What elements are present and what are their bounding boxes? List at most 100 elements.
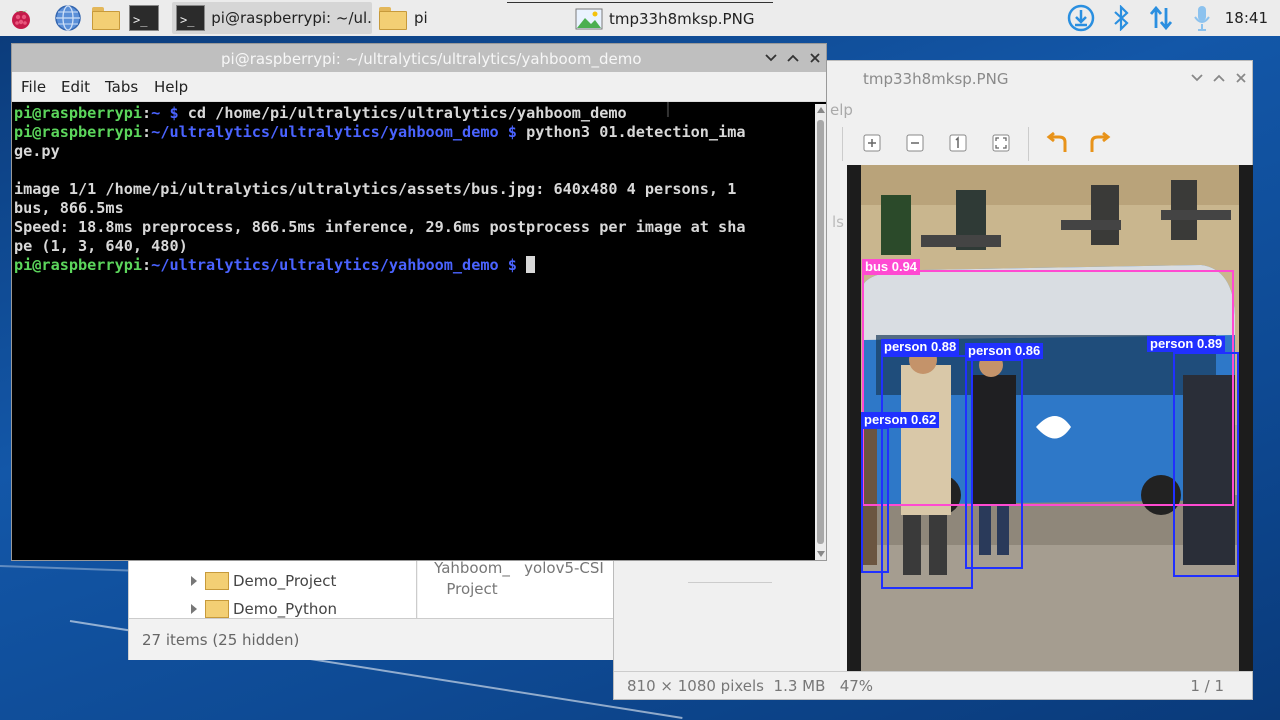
folder-icon: [378, 6, 408, 30]
file-item-yolov5-csi[interactable]: yolov5-CSI: [516, 558, 612, 579]
terminal-launcher-icon[interactable]: >_: [129, 4, 159, 32]
terminal-line: pi@raspberrypi:~/ultralytics/ultralytics…: [14, 256, 814, 275]
terminal-output[interactable]: pi@raspberrypi:~ $ cd /home/pi/ultralyti…: [14, 104, 814, 560]
maximize-icon[interactable]: [1210, 69, 1228, 87]
menu-help[interactable]: Help: [154, 78, 188, 96]
terminal-cursor: [526, 256, 536, 273]
terminal-text-segment: ~/ultralytics/ultralytics/yahboom_demo $: [151, 123, 527, 141]
file-icon-view: Yahboom_ Project yolov5-CSI: [418, 556, 614, 618]
viewer-toolbar: [842, 123, 1252, 165]
clock: 18:41: [1224, 9, 1268, 27]
terminal-line: bus, 866.5ms: [14, 199, 814, 218]
file-manager-icon[interactable]: [91, 4, 121, 32]
task-file-manager-label: pi: [414, 9, 428, 27]
image-info: 810 × 1080 pixels 1.3 MB 47%: [627, 677, 874, 695]
person-bbox: [861, 427, 889, 573]
terminal-line: Speed: 18.8ms preprocess, 866.5ms infere…: [14, 218, 814, 237]
menu-file[interactable]: File: [21, 78, 46, 96]
terminal-line: image 1/1 /home/pi/ultralytics/ultralyti…: [14, 180, 814, 199]
scroll-thumb[interactable]: [817, 120, 824, 544]
terminal-line: pi@raspberrypi:~ $ cd /home/pi/ultralyti…: [14, 104, 814, 123]
browser-globe-icon[interactable]: [53, 4, 83, 32]
rotate-left-icon[interactable]: [1045, 131, 1069, 155]
taskbar: >_ >_ pi@raspberrypi: ~/ul.. pi tmp33h8m…: [0, 0, 1280, 36]
file-manager-window: Demo_Project Demo_Python Yahboom_ Projec…: [128, 555, 615, 660]
terminal-text-segment: ge.py: [14, 142, 60, 160]
terminal-window: pi@raspberrypi: ~/ultralytics/ultralytic…: [11, 43, 827, 561]
mouse-ibeam-cursor: I: [665, 98, 671, 122]
expand-arrow-icon[interactable]: [191, 604, 197, 614]
tree-item-label: Demo_Python: [233, 600, 338, 618]
updates-icon[interactable]: [1066, 0, 1096, 36]
image-canvas[interactable]: bus 0.94 person 0.88 person 0.86 person …: [847, 165, 1253, 671]
terminal-text-segment: image 1/1 /home/pi/ultralytics/ultralyti…: [14, 180, 737, 198]
original-size-icon[interactable]: [948, 133, 968, 153]
folder-icon: [205, 572, 229, 590]
scroll-up-icon[interactable]: [817, 107, 825, 113]
bluetooth-icon[interactable]: [1108, 0, 1134, 36]
terminal-text-segment: pi@raspberrypi: [14, 256, 143, 274]
terminal-text-segment: :: [142, 104, 152, 122]
task-terminal[interactable]: >_ pi@raspberrypi: ~/ul..: [172, 2, 372, 34]
terminal-text-segment: pi@raspberrypi: [14, 104, 143, 122]
menu-tabs[interactable]: Tabs: [105, 78, 138, 96]
image-icon: [575, 8, 603, 29]
task-terminal-label: pi@raspberrypi: ~/ul..: [211, 9, 372, 27]
zoom-in-icon[interactable]: [862, 133, 882, 153]
terminal-line: ge.py: [14, 142, 814, 161]
expand-arrow-icon[interactable]: [191, 576, 197, 586]
terminal-text-segment: bus, 866.5ms: [14, 199, 124, 217]
microphone-icon[interactable]: [1188, 0, 1216, 36]
rotate-right-icon[interactable]: [1088, 131, 1112, 155]
terminal-text-segment: python3 01.detection_ima: [526, 123, 746, 141]
zoom-out-icon[interactable]: [905, 133, 925, 153]
fit-window-icon[interactable]: [991, 133, 1011, 153]
terminal-text-segment: :: [142, 256, 152, 274]
scroll-down-icon[interactable]: [817, 551, 825, 557]
person-bbox: [1173, 352, 1239, 577]
terminal-text-segment: cd /home/pi/ultralytics/ultralytics/yahb…: [187, 104, 627, 122]
folder-tree: Demo_Project Demo_Python: [129, 556, 417, 618]
task-file-manager[interactable]: pi: [374, 2, 504, 34]
page-indicator: 1 / 1: [1190, 677, 1224, 695]
terminal-text-segment: ~/ultralytics/ultralytics/yahboom_demo $: [151, 256, 527, 274]
maximize-icon[interactable]: [784, 49, 802, 67]
person-bbox: [965, 359, 1023, 569]
menu-help-ghost[interactable]: elp: [830, 101, 853, 119]
person-label: person 0.62: [861, 412, 940, 428]
close-icon[interactable]: [806, 49, 824, 67]
terminal-scrollbar[interactable]: [815, 104, 826, 560]
terminal-text-segment: pi@raspberrypi: [14, 123, 143, 141]
person-bbox: [881, 355, 973, 589]
terminal-text-segment: :: [142, 123, 152, 141]
file-manager-status: 27 items (25 hidden): [129, 618, 615, 660]
viewer-statusbar: 810 × 1080 pixels 1.3 MB 47% 1 / 1: [614, 671, 1252, 699]
terminal-icon: >_: [176, 5, 206, 31]
tree-item-demo-python[interactable]: Demo_Python: [191, 598, 337, 620]
terminal-titlebar[interactable]: pi@raspberrypi: ~/ultralytics/ultralytic…: [12, 44, 826, 72]
person-label: person 0.86: [965, 343, 1044, 359]
task-image-viewer-label: tmp33h8mksp.PNG: [609, 9, 755, 28]
file-item-yahboom-project[interactable]: Yahboom_ Project: [424, 558, 520, 600]
task-image-viewer[interactable]: tmp33h8mksp.PNG: [507, 2, 773, 34]
side-ghost-text: ls: [832, 213, 844, 231]
terminal-text-segment: ~ $: [151, 104, 188, 122]
toolbar-separator: [842, 127, 843, 161]
close-icon[interactable]: [1232, 69, 1250, 87]
minimize-icon[interactable]: [762, 49, 780, 67]
terminal-line: pi@raspberrypi:~/ultralytics/ultralytics…: [14, 123, 814, 142]
bus-label: bus 0.94: [862, 259, 921, 275]
person-label: person 0.89: [1147, 336, 1226, 352]
terminal-text-segment: pe (1, 3, 640, 480): [14, 237, 188, 255]
network-icon[interactable]: [1146, 0, 1176, 36]
person-label: person 0.88: [881, 339, 960, 355]
terminal-text-segment: Speed: 18.8ms preprocess, 866.5ms infere…: [14, 218, 746, 236]
folder-icon: [205, 600, 229, 618]
detection-image: bus 0.94 person 0.88 person 0.86 person …: [861, 165, 1239, 671]
terminal-line: pe (1, 3, 640, 480): [14, 237, 814, 256]
tree-item-demo-project[interactable]: Demo_Project: [191, 570, 336, 592]
minimize-icon[interactable]: [1188, 69, 1206, 87]
raspberry-menu-icon[interactable]: [6, 4, 36, 32]
tree-item-label: Demo_Project: [233, 572, 337, 590]
menu-edit[interactable]: Edit: [61, 78, 90, 96]
